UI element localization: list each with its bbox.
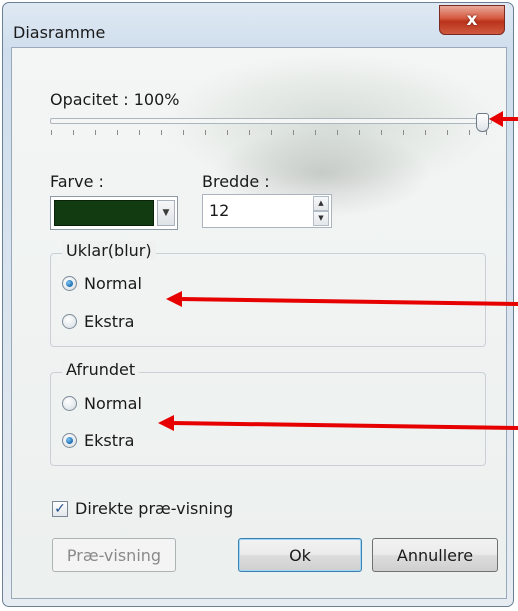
annotation-arrow-slider (489, 111, 518, 127)
annotation-arrow-blur (166, 291, 518, 307)
annotation-arrows (158, 111, 518, 431)
annotation-arrow-rounded (158, 415, 518, 431)
